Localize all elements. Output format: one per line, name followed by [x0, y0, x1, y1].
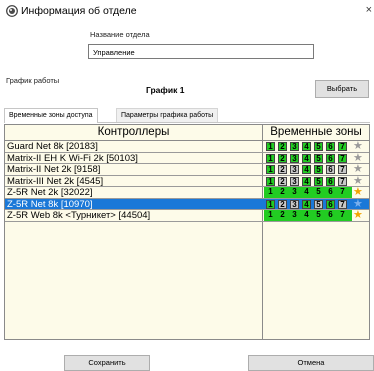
zone-toggle[interactable]: 5: [314, 153, 323, 163]
zone-toggle[interactable]: 2: [278, 142, 287, 151]
star-icon[interactable]: ★: [353, 175, 363, 187]
star-icon[interactable]: ★: [353, 186, 363, 198]
window-title: Информация об отделе: [21, 5, 137, 17]
zone-toggle[interactable]: 5: [314, 176, 323, 186]
zone-toggle[interactable]: 3: [290, 153, 299, 163]
zone-toggle[interactable]: 1: [266, 165, 275, 174]
zone-toggle[interactable]: 6: [326, 211, 335, 220]
controller-name: Z-5R Net 8k [10970]: [7, 198, 93, 210]
schedule-label: График работы: [6, 76, 60, 85]
zone-toggle[interactable]: 5: [314, 188, 323, 197]
controller-name: Matrix-III Net 2k [4545]: [7, 175, 104, 187]
table-row[interactable]: Matrix-II EH K Wi-Fi 2k [50103] 1 2 3 4 5 6 7 ★: [5, 152, 369, 164]
zone-toggle[interactable]: 2: [278, 153, 287, 163]
choose-schedule-button[interactable]: Выбрать: [315, 80, 369, 98]
zone-toggle[interactable]: 5: [314, 199, 323, 209]
time-zones-cell[interactable]: 1 2 3 4 5 6 7 ★: [264, 186, 368, 198]
table-row[interactable]: Z-5R Net 2k [32022] 1 2 3 4 5 6 7 ★: [5, 186, 369, 199]
zone-toggle[interactable]: 2: [278, 165, 287, 174]
zone-toggle[interactable]: 2: [278, 199, 287, 209]
controller-name: Matrix-II Net 2k [9158]: [7, 164, 101, 175]
header-time-zones[interactable]: Временные зоны: [263, 125, 369, 141]
cancel-button[interactable]: Отмена: [248, 355, 374, 371]
zone-toggle[interactable]: 4: [302, 188, 311, 197]
time-zones-cell[interactable]: 1 2 3 4 5 6 7 ★: [264, 209, 368, 221]
zone-toggle[interactable]: 2: [278, 211, 287, 220]
zone-toggle[interactable]: 3: [290, 176, 299, 186]
zone-toggle[interactable]: 5: [314, 165, 323, 174]
tab-access-time-zones[interactable]: Временные зоны доступа: [4, 108, 98, 123]
zone-toggle[interactable]: 3: [290, 211, 299, 220]
time-zones-cell[interactable]: 1 2 3 4 5 6 7 ★: [264, 175, 368, 187]
zone-toggle[interactable]: 4: [302, 153, 311, 163]
info-window-icon: [6, 5, 18, 17]
star-icon[interactable]: ★: [353, 209, 363, 221]
schedule-name: График 1: [146, 85, 185, 95]
title-bar: Информация об отделе ×: [0, 0, 374, 24]
zone-toggle[interactable]: 6: [326, 142, 335, 151]
controller-name: Z-5R Net 2k [32022]: [7, 187, 93, 198]
zone-toggle[interactable]: 7: [338, 142, 347, 151]
department-name-field[interactable]: Управление: [88, 44, 314, 59]
header-controllers[interactable]: Контроллеры: [5, 125, 262, 141]
zone-toggle[interactable]: 2: [278, 188, 287, 197]
zone-toggle[interactable]: 3: [290, 188, 299, 197]
zone-toggle[interactable]: 1: [266, 188, 275, 197]
star-icon[interactable]: ★: [353, 152, 363, 164]
controller-name: Guard Net 8k [20183]: [7, 141, 98, 152]
zone-toggle[interactable]: 6: [326, 176, 335, 186]
zone-toggle[interactable]: 7: [338, 199, 347, 209]
zone-toggle[interactable]: 4: [302, 142, 311, 151]
time-zones-cell[interactable]: 1 2 3 4 5 6 7 ★: [264, 198, 368, 210]
zone-toggle[interactable]: 7: [338, 153, 347, 163]
close-icon[interactable]: ×: [366, 4, 372, 16]
star-icon[interactable]: ★: [353, 198, 363, 210]
zone-toggle[interactable]: 6: [326, 165, 335, 174]
zone-toggle[interactable]: 4: [302, 176, 311, 186]
zone-toggle[interactable]: 4: [302, 165, 311, 174]
time-zones-cell[interactable]: 1 2 3 4 5 6 7 ★: [264, 163, 368, 175]
table-row[interactable]: Z-5R Net 8k [10970] 1 2 3 4 5 6 7 ★: [5, 198, 369, 210]
zone-toggle[interactable]: 1: [266, 211, 275, 220]
zone-toggle[interactable]: 3: [290, 142, 299, 151]
controller-name: Z-5R Web 8k <Турникет> [44504]: [7, 210, 151, 221]
zone-toggle[interactable]: 4: [302, 199, 311, 209]
zone-toggle[interactable]: 1: [266, 142, 275, 151]
time-zones-cell[interactable]: 1 2 3 4 5 6 7 ★: [264, 152, 368, 164]
zone-toggle[interactable]: 5: [314, 211, 323, 220]
zone-toggle[interactable]: 7: [338, 176, 347, 186]
zone-toggle[interactable]: 3: [290, 199, 299, 209]
zone-toggle[interactable]: 3: [290, 165, 299, 174]
zone-toggle[interactable]: 6: [326, 153, 335, 163]
zone-toggle[interactable]: 5: [314, 142, 323, 151]
zone-toggle[interactable]: 2: [278, 176, 287, 186]
tab-schedule-parameters[interactable]: Параметры графика работы: [116, 108, 219, 122]
table-row[interactable]: Matrix-II Net 2k [9158] 1 2 3 4 5 6 7 ★: [5, 163, 369, 176]
zone-toggle[interactable]: 1: [266, 153, 275, 163]
department-name-label: Название отдела: [90, 30, 150, 39]
controllers-grid[interactable]: Контроллеры Временные зоны Guard Net 8k …: [4, 124, 370, 340]
star-icon[interactable]: ★: [353, 140, 363, 152]
zone-toggle[interactable]: 7: [338, 188, 347, 197]
zone-toggle[interactable]: 6: [326, 199, 335, 209]
zone-toggle[interactable]: 1: [266, 176, 275, 186]
zone-toggle[interactable]: 7: [338, 165, 347, 174]
table-row[interactable]: Guard Net 8k [20183] 1 2 3 4 5 6 7 ★: [5, 140, 369, 153]
table-row[interactable]: Z-5R Web 8k <Турникет> [44504] 1 2 3 4 5 6 7 ★: [5, 209, 369, 222]
zone-toggle[interactable]: 6: [326, 188, 335, 197]
star-icon[interactable]: ★: [353, 163, 363, 175]
zone-toggle[interactable]: 4: [302, 211, 311, 220]
time-zones-cell[interactable]: 1 2 3 4 5 6 7 ★: [264, 140, 368, 152]
zone-toggle[interactable]: 1: [266, 199, 275, 209]
table-row[interactable]: Matrix-III Net 2k [4545] 1 2 3 4 5 6 7 ★: [5, 175, 369, 187]
save-button[interactable]: Сохранить: [64, 355, 150, 371]
zone-toggle[interactable]: 7: [338, 211, 347, 220]
controller-name: Matrix-II EH K Wi-Fi 2k [50103]: [7, 152, 138, 164]
